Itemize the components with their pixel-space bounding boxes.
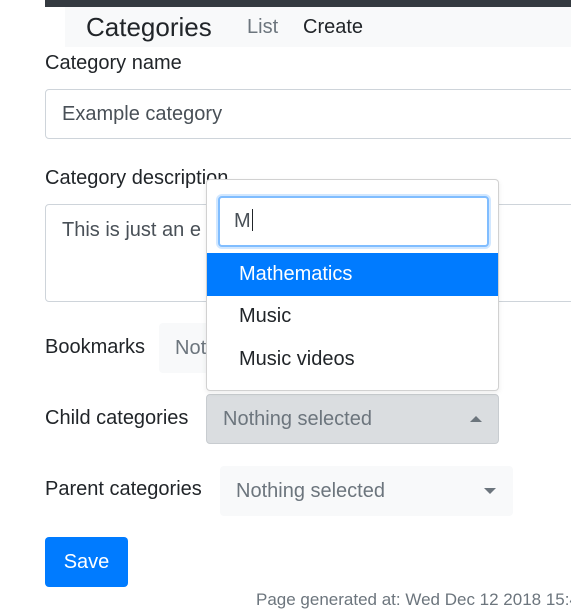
- category-name-input[interactable]: Example category: [45, 89, 571, 139]
- text-cursor: [251, 209, 253, 232]
- dropdown-search-value: M: [234, 210, 251, 232]
- dropdown-search-input[interactable]: M: [218, 196, 489, 247]
- child-categories-label: Child categories: [45, 407, 189, 429]
- parent-categories-select[interactable]: Nothing selected: [220, 466, 513, 516]
- page-title[interactable]: Categories: [86, 11, 212, 43]
- category-name-label: Category name: [45, 52, 182, 74]
- bookmarks-label: Bookmarks: [45, 336, 146, 358]
- caret-down-icon: [484, 488, 496, 494]
- dropdown-option[interactable]: Mathematics: [207, 253, 498, 296]
- dropdown-option[interactable]: Music videos: [207, 338, 498, 381]
- child-categories-select-value: Nothing selected: [223, 408, 372, 430]
- top-navbar: [45, 0, 571, 7]
- nav-link-list[interactable]: List: [247, 15, 278, 39]
- parent-categories-select-value: Nothing selected: [236, 480, 385, 502]
- page-generated-footer: Page generated at: Wed Dec 12 2018 15:4: [256, 590, 571, 609]
- child-categories-select[interactable]: Nothing selected: [206, 394, 499, 444]
- child-categories-dropdown: M Mathematics Music Music videos: [206, 179, 499, 391]
- bookmarks-select-value: Not: [175, 337, 207, 359]
- caret-up-icon: [470, 416, 482, 422]
- nav-link-create[interactable]: Create: [303, 15, 363, 39]
- dropdown-option[interactable]: Music: [207, 295, 498, 338]
- category-description-label: Category description: [45, 167, 229, 189]
- save-button[interactable]: Save: [45, 537, 128, 587]
- parent-categories-label: Parent categories: [45, 478, 202, 500]
